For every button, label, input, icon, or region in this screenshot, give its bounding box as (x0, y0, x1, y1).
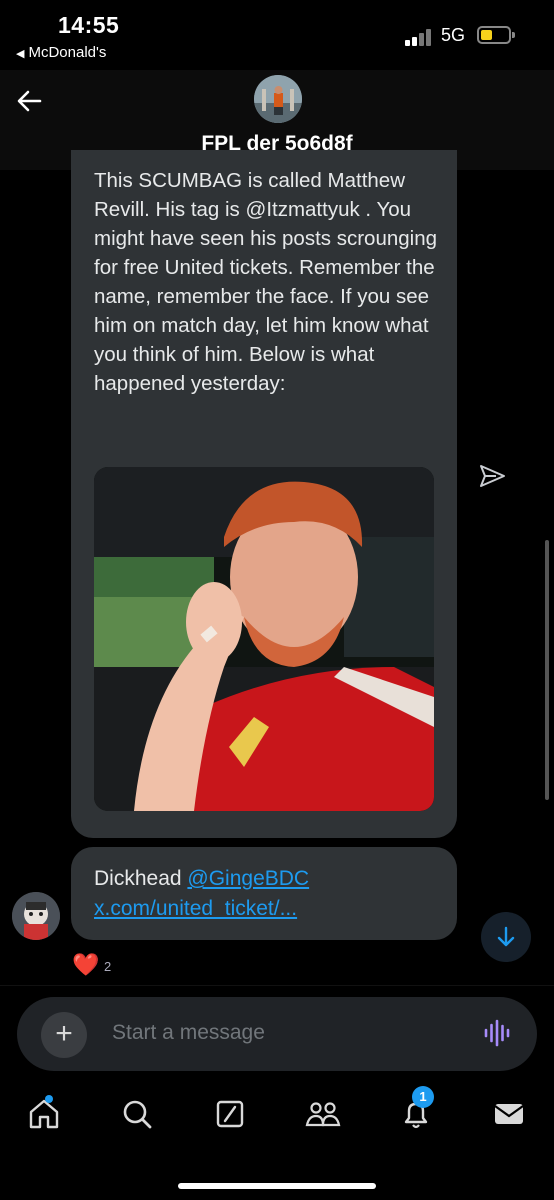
scrollbar[interactable] (545, 540, 549, 800)
tab-communities[interactable] (301, 1092, 345, 1136)
url-link[interactable]: x.com/united_ticket/... (94, 897, 297, 921)
message-input[interactable]: Start a message (112, 1021, 265, 1045)
group-avatar[interactable] (254, 75, 302, 123)
home-notification-dot (45, 1095, 53, 1103)
tab-home[interactable] (22, 1092, 66, 1136)
tab-messages[interactable] (487, 1092, 531, 1136)
scroll-down-button[interactable] (481, 912, 531, 962)
notifications-badge: 1 (412, 1086, 434, 1108)
message-bubble[interactable]: This SCUMBAG is called Matthew Revill. H… (71, 150, 457, 838)
mention-link[interactable]: @GingeBDC (187, 867, 309, 890)
voice-icon[interactable] (483, 1019, 511, 1047)
message-text: This SCUMBAG is called Matthew Revill. H… (94, 169, 438, 395)
reply-line: Dickhead @GingeBDC (94, 867, 309, 891)
tab-grok[interactable] (208, 1092, 252, 1136)
back-arrow-icon[interactable] (14, 86, 44, 116)
back-to-app-link[interactable]: ◀ McDonald's (16, 44, 106, 61)
reply-text: Dickhead (94, 867, 182, 890)
status-bar: 14:55 ◀ McDonald's 5G (0, 0, 554, 70)
plus-icon[interactable]: + (41, 1012, 87, 1058)
tab-notifications[interactable]: 1 (394, 1086, 438, 1136)
message-composer[interactable]: + Start a message (17, 997, 537, 1071)
home-indicator[interactable] (178, 1183, 376, 1189)
bottom-tab-bar: 1 (0, 1080, 554, 1200)
share-icon[interactable] (476, 460, 508, 492)
communities-icon (305, 1102, 341, 1127)
back-app-label: McDonald's (28, 44, 107, 61)
sender-avatar[interactable] (12, 892, 60, 940)
reply-bubble[interactable]: Dickhead @GingeBDC x.com/united_ticket/.… (71, 847, 457, 940)
mail-icon (494, 1104, 524, 1124)
search-icon (123, 1100, 152, 1129)
clock: 14:55 (58, 12, 120, 38)
scroll-down-icon (497, 926, 515, 947)
heart-reaction[interactable]: ❤️ (72, 952, 99, 978)
tab-search[interactable] (115, 1092, 159, 1136)
message-photo[interactable] (94, 467, 434, 811)
battery-icon (477, 26, 515, 44)
home-icon (29, 1099, 59, 1129)
network-label: 5G (441, 25, 466, 45)
reaction-count: 2 (104, 959, 112, 974)
signal-icon (405, 28, 435, 46)
grok-icon (216, 1100, 244, 1128)
back-triangle-icon: ◀ (16, 48, 25, 60)
